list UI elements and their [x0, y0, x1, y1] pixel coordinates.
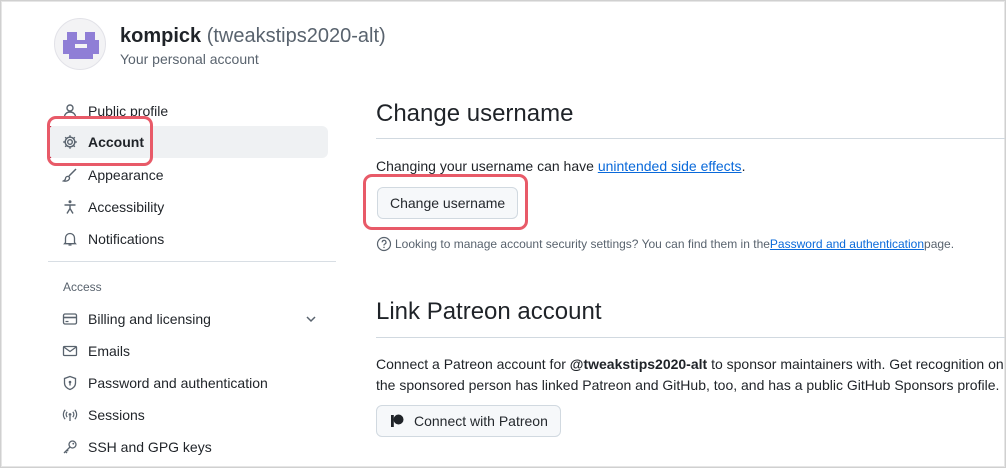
bell-icon [62, 231, 82, 247]
sidebar-item-password-authentication[interactable]: Password and authentication [48, 367, 328, 399]
sidebar-item-sessions[interactable]: Sessions [48, 399, 328, 431]
description-text: Changing your username can have [376, 158, 598, 174]
avatar[interactable] [54, 18, 106, 70]
sidebar-item-label: Sessions [88, 407, 145, 423]
accessibility-icon [62, 199, 82, 215]
patreon-text: Connect a Patreon account for [376, 356, 570, 372]
sidebar-item-label: Password and authentication [88, 375, 268, 391]
sidebar-item-label: Emails [88, 343, 131, 359]
sidebar-divider [48, 261, 336, 262]
section-divider [376, 337, 1005, 338]
credit-card-icon [62, 311, 82, 327]
description-end: . [741, 158, 746, 174]
question-icon [376, 236, 392, 252]
patreon-description-line1: Connect a Patreon account for @tweakstip… [376, 356, 1004, 372]
mail-icon [62, 343, 82, 359]
broadcast-icon [62, 407, 82, 423]
section-divider [376, 138, 1005, 139]
patreon-icon [389, 413, 405, 429]
gear-icon [62, 134, 82, 150]
sidebar-item-emails[interactable]: Emails [48, 335, 328, 367]
sidebar-item-label: Billing and licensing [88, 311, 211, 327]
paintbrush-icon [62, 167, 82, 183]
note-end: page. [924, 237, 955, 251]
sidebar-item-accessibility[interactable]: Accessibility [48, 191, 328, 223]
password-authentication-link[interactable]: Password and authentication [770, 237, 924, 251]
sidebar-group-access: Access [63, 280, 102, 294]
sidebar-item-billing[interactable]: Billing and licensing [48, 303, 328, 335]
link-patreon-heading: Link Patreon account [376, 298, 602, 325]
unintended-side-effects-link[interactable]: unintended side effects [598, 158, 742, 174]
connect-patreon-button[interactable]: Connect with Patreon [376, 405, 561, 437]
display-name: kompick [120, 25, 202, 47]
change-username-description: Changing your username can have unintend… [376, 158, 745, 174]
sidebar-item-account[interactable]: Account [48, 126, 328, 158]
settings-window: kompick (tweakstips2020-alt) Your person… [0, 0, 1006, 468]
account-subtitle: Your personal account [120, 51, 259, 67]
sidebar-item-label: Appearance [88, 167, 164, 183]
patreon-text-cont: to sponsor maintainers with. Get recogni… [707, 356, 1004, 372]
chevron-down-icon[interactable] [304, 312, 318, 329]
change-username-button[interactable]: Change username [377, 187, 519, 219]
sidebar-item-notifications[interactable]: Notifications [48, 223, 328, 255]
sidebar-item-label: Notifications [88, 231, 165, 247]
security-settings-note: Looking to manage account security setti… [376, 236, 954, 252]
change-username-heading: Change username [376, 100, 574, 127]
shield-lock-icon [62, 375, 82, 391]
person-icon [62, 103, 82, 119]
sidebar-item-label: Accessibility [88, 199, 165, 215]
sidebar-item-ssh-gpg-keys[interactable]: SSH and GPG keys [48, 431, 328, 463]
key-icon [62, 439, 82, 455]
sidebar-item-public-profile[interactable]: Public profile [48, 95, 328, 127]
username: (tweakstips2020-alt) [206, 25, 386, 47]
profile-name: kompick (tweakstips2020-alt) [120, 25, 386, 48]
patreon-description-line2: the sponsored person has linked Patreon … [376, 377, 1000, 393]
sidebar-item-label: Account [88, 134, 144, 150]
sidebar-item-label: SSH and GPG keys [88, 439, 212, 455]
identicon-avatar-icon [63, 32, 99, 59]
note-text: Looking to manage account security setti… [395, 237, 770, 251]
sidebar-item-appearance[interactable]: Appearance [48, 159, 328, 191]
connect-patreon-label: Connect with Patreon [414, 413, 548, 429]
patreon-handle: @tweakstips2020-alt [569, 356, 708, 372]
sidebar-item-label: Public profile [88, 103, 169, 119]
